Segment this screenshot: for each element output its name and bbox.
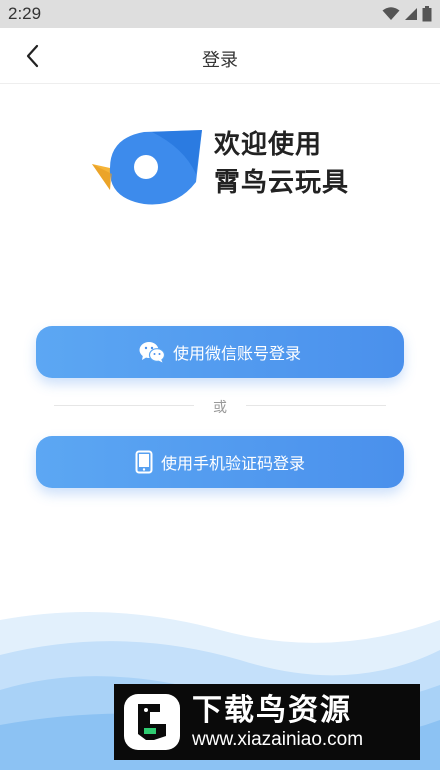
wifi-icon xyxy=(382,7,400,20)
divider-line-right xyxy=(246,405,386,406)
wechat-icon xyxy=(139,342,165,363)
watermark-title: 下载鸟资源 xyxy=(192,693,352,728)
status-time: 2:29 xyxy=(8,4,42,23)
phone-code-login-label: 使用手机验证码登录 xyxy=(160,454,305,473)
wechat-login-label: 使用微信账号登录 xyxy=(172,344,301,363)
mobile-phone-icon xyxy=(135,450,153,474)
welcome-heading: 欢迎使用 霄鸟云玩具 xyxy=(214,126,349,202)
phone-code-login-button[interactable]: 使用手机验证码登录 xyxy=(36,436,404,488)
page-title: 登录 xyxy=(202,50,238,71)
watermark-url: www.xiazainiao.com xyxy=(192,729,364,750)
bird-logo-icon xyxy=(124,694,180,750)
app-header: 登录 xyxy=(0,28,440,84)
status-icons xyxy=(382,6,432,22)
app-logo xyxy=(92,130,202,205)
watermark-banner: 下载鸟资源 www.xiazainiao.com xyxy=(114,684,420,760)
status-bar: 2:29 xyxy=(0,0,440,28)
battery-icon xyxy=(422,6,432,22)
wechat-login-button[interactable]: 使用微信账号登录 xyxy=(36,326,404,378)
welcome-line-2: 霄鸟云玩具 xyxy=(214,168,350,198)
welcome-line-1: 欢迎使用 xyxy=(214,130,323,160)
divider-text: 或 xyxy=(213,400,227,416)
or-divider: 或 xyxy=(54,396,386,416)
cellular-signal-icon xyxy=(405,8,417,20)
watermark-text: 下载鸟资源 www.xiazainiao.com xyxy=(192,693,363,751)
